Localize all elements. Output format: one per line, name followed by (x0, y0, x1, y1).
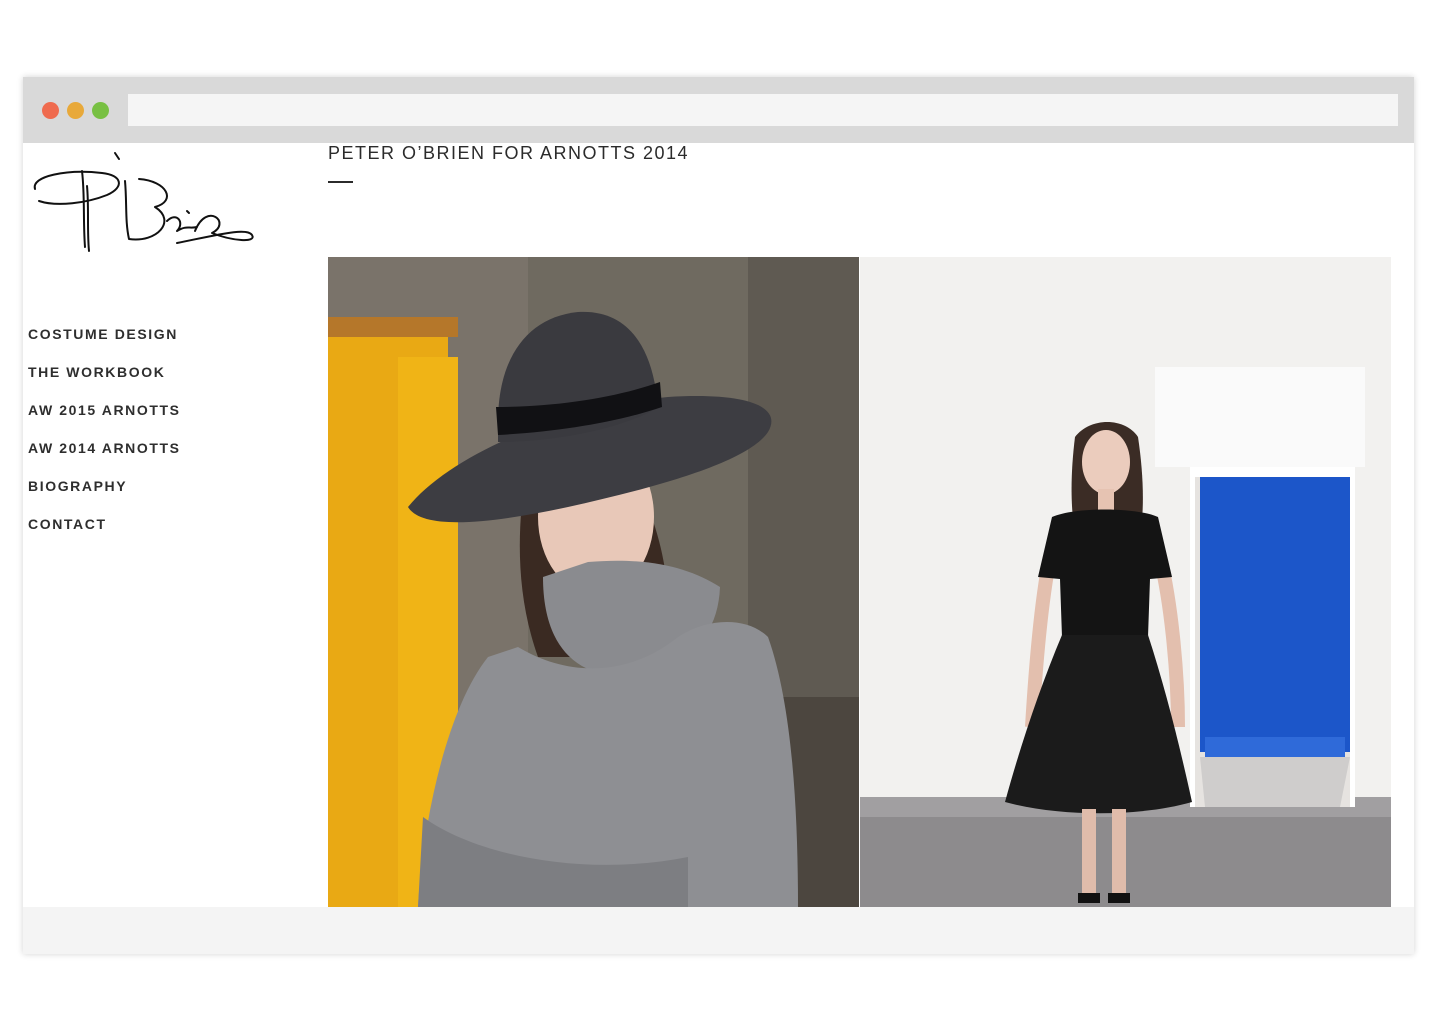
signature-logo[interactable] (27, 151, 257, 256)
photo-hat-turtleneck[interactable] (328, 257, 859, 907)
nav-item-contact[interactable]: CONTACT (28, 505, 181, 543)
minimize-window-button[interactable] (67, 102, 84, 119)
browser-window: COSTUME DESIGN THE WORKBOOK AW 2015 ARNO… (23, 77, 1414, 954)
nav-item-costume-design[interactable]: COSTUME DESIGN (28, 315, 181, 353)
title-divider (328, 181, 353, 183)
nav-item-biography[interactable]: BIOGRAPHY (28, 467, 181, 505)
photo-black-dress[interactable] (860, 257, 1391, 907)
page-title: PETER O’BRIEN FOR ARNOTTS 2014 (328, 143, 690, 163)
page-content: COSTUME DESIGN THE WORKBOOK AW 2015 ARNO… (23, 143, 1414, 907)
nav-item-the-workbook[interactable]: THE WORKBOOK (28, 353, 181, 391)
nav-item-aw-2015-arnotts[interactable]: AW 2015 ARNOTTS (28, 391, 181, 429)
main-nav: COSTUME DESIGN THE WORKBOOK AW 2015 ARNO… (28, 315, 181, 543)
address-bar[interactable] (128, 94, 1398, 126)
close-window-button[interactable] (42, 102, 59, 119)
nav-item-aw-2014-arnotts[interactable]: AW 2014 ARNOTTS (28, 429, 181, 467)
footer-bar (23, 907, 1414, 954)
maximize-window-button[interactable] (92, 102, 109, 119)
browser-chrome (23, 77, 1414, 143)
